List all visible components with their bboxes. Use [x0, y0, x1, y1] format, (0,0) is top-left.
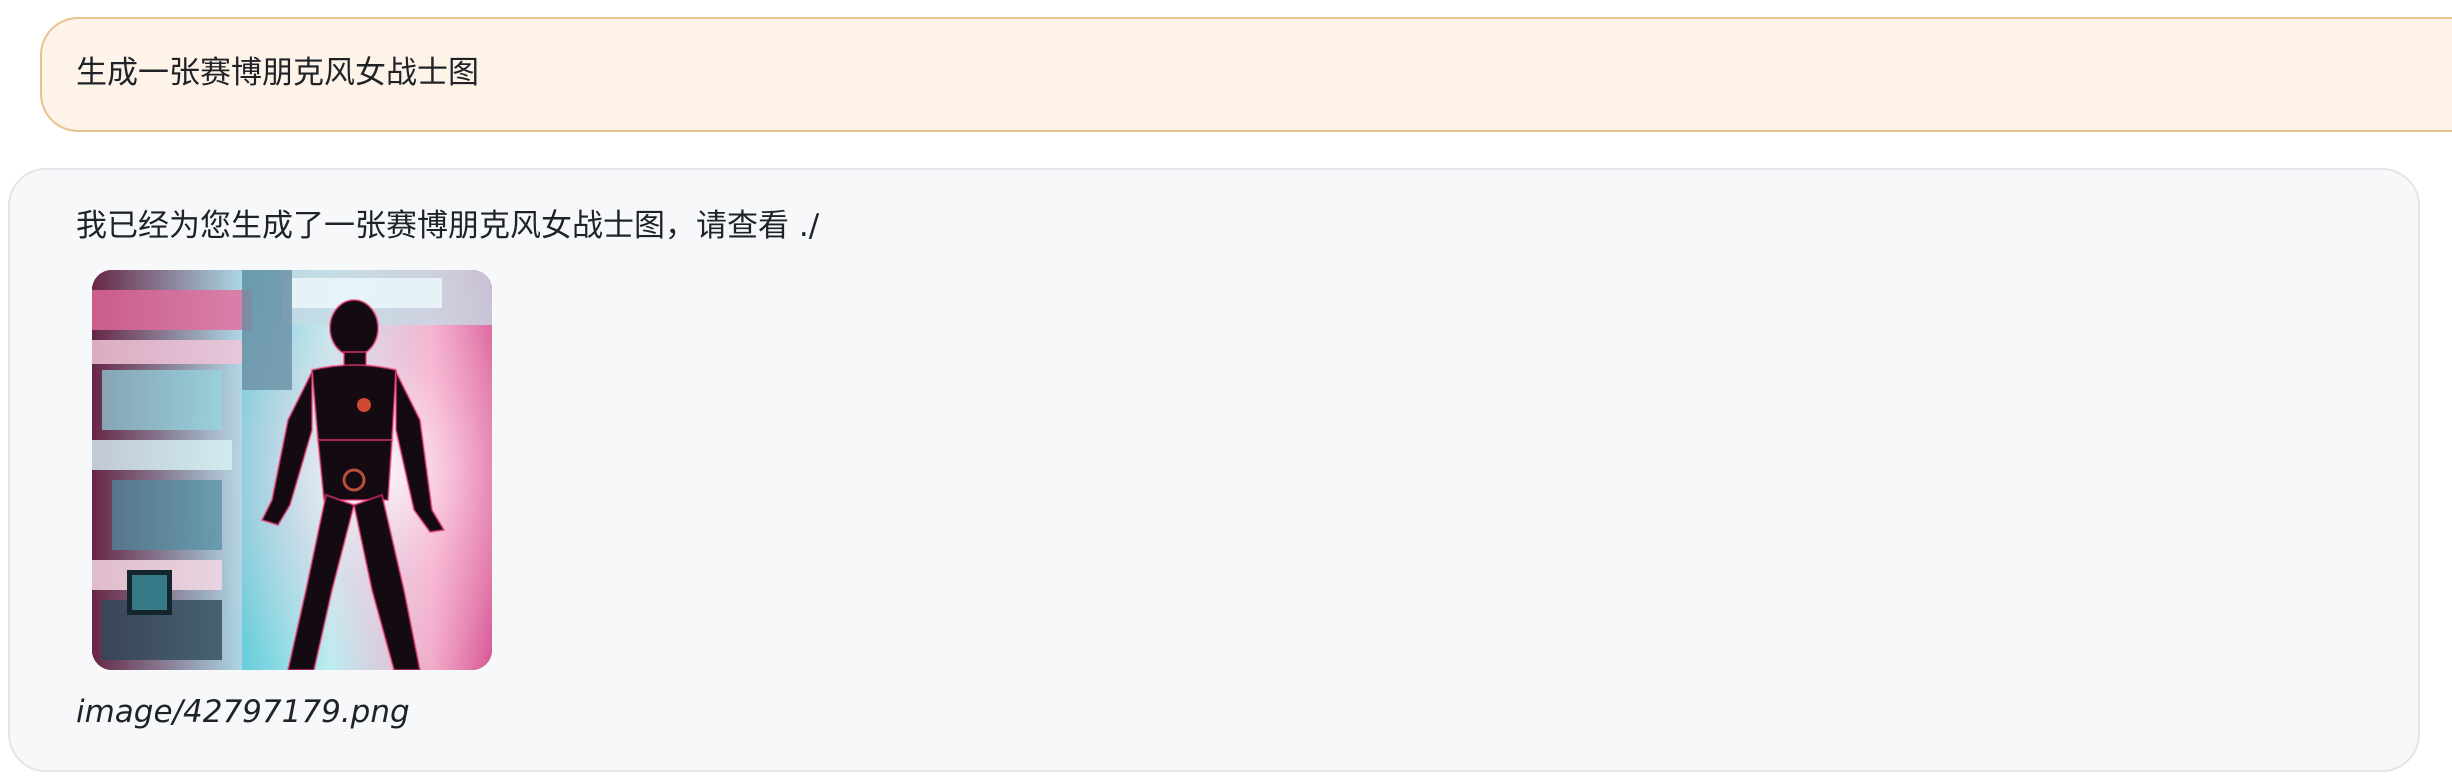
image-path-caption: image/42797179.png [76, 694, 410, 730]
user-message-text: 生成一张赛博朋克风女战士图 [76, 54, 479, 91]
chat-thread: 生成一张赛博朋克风女战士图 我已经为您生成了一张赛博朋克风女战士图，请查看 ./ [0, 0, 2452, 780]
assistant-message-bubble: 我已经为您生成了一张赛博朋克风女战士图，请查看 ./ image/4279717… [8, 168, 2420, 772]
assistant-message-text: 我已经为您生成了一张赛博朋克风女战士图，请查看 ./ [76, 208, 820, 244]
generated-image[interactable] [92, 270, 492, 670]
user-message-bubble: 生成一张赛博朋克风女战士图 [40, 17, 2452, 132]
